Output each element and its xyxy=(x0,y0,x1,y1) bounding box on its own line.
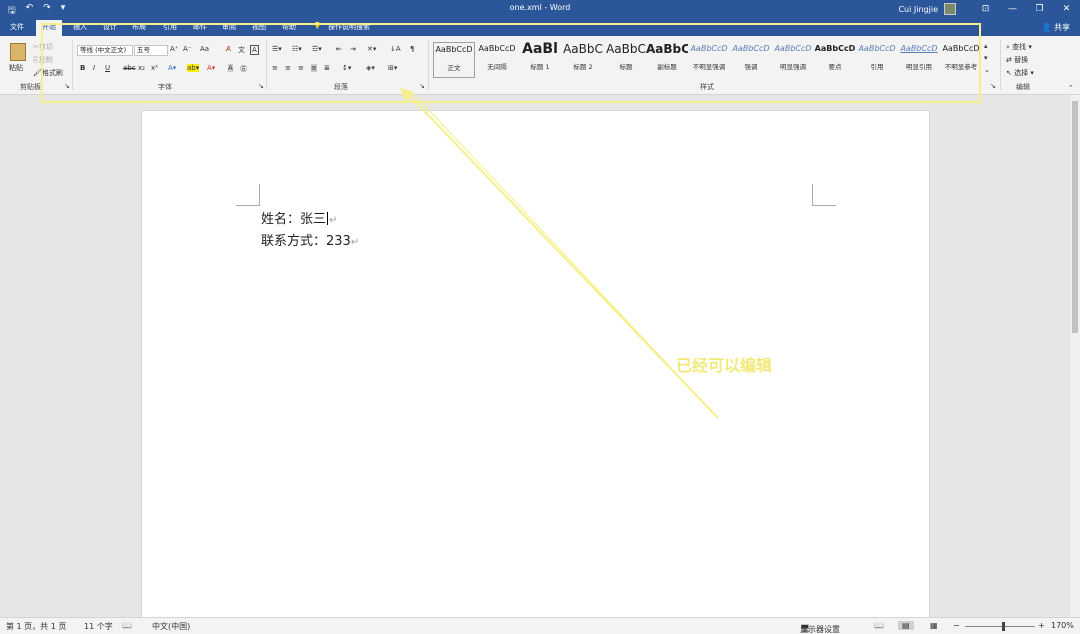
styles-more-icon[interactable]: ⌄ xyxy=(984,66,990,74)
share-button[interactable]: 👤 共享 xyxy=(1041,22,1070,33)
user-account[interactable]: Cui Jingjie xyxy=(898,3,956,15)
user-name: Cui Jingjie xyxy=(898,4,938,14)
document-line-contact[interactable]: 联系方式：233↵ xyxy=(261,230,359,249)
print-layout-icon[interactable]: ▤ xyxy=(898,621,914,630)
collapse-ribbon-icon[interactable]: ⌃ xyxy=(1068,84,1074,92)
page-count[interactable]: 第 1 页，共 1 页 xyxy=(6,621,66,632)
zoom-level[interactable]: 170% xyxy=(1051,621,1074,630)
language-indicator[interactable]: 中文(中国) xyxy=(152,621,190,632)
crop-mark-top-right xyxy=(812,184,836,206)
status-bar: 第 1 页，共 1 页 11 个字 📖 中文(中国) 🖥 显示器设置 📖 ▤ ▦… xyxy=(0,617,1080,634)
clipboard-group-label: 剪贴板 xyxy=(20,83,41,91)
close-button[interactable]: ✕ xyxy=(1053,0,1080,18)
paste-button[interactable]: 粘贴 xyxy=(9,63,23,73)
vertical-scrollbar[interactable] xyxy=(1070,95,1080,617)
restore-button[interactable]: ❐ xyxy=(1026,0,1053,18)
find-button[interactable]: ⌕ 查找 ▾ xyxy=(1006,42,1032,52)
document-canvas: 姓名：张三 ↵ 联系方式：233↵ xyxy=(0,95,1070,620)
window-controls: ⊡ — ❐ ✕ xyxy=(972,0,1080,18)
read-mode-icon[interactable]: 📖 xyxy=(874,621,884,630)
web-layout-icon[interactable]: ▦ xyxy=(930,621,938,630)
annotation-text: 已经可以编辑 xyxy=(676,356,773,375)
zoom-in-button[interactable]: + xyxy=(1038,621,1045,630)
document-page[interactable]: 姓名：张三 ↵ 联系方式：233↵ xyxy=(141,110,930,620)
replace-button[interactable]: ⇄ 替换 xyxy=(1006,55,1028,65)
proofing-icon[interactable]: 📖 xyxy=(122,621,132,630)
cursor-icon: ↖ xyxy=(1006,69,1012,77)
tab-file[interactable]: 文件 xyxy=(10,22,24,32)
zoom-slider-thumb[interactable] xyxy=(1002,622,1005,631)
text-cursor xyxy=(327,212,329,225)
zoom-slider[interactable] xyxy=(965,626,1035,627)
paragraph-mark: ↵ xyxy=(329,215,338,226)
zoom-out-button[interactable]: − xyxy=(953,621,960,630)
group-divider xyxy=(1000,40,1001,90)
styles-launcher-icon[interactable]: ↘ xyxy=(990,82,996,90)
replace-icon: ⇄ xyxy=(1006,56,1012,64)
word-count[interactable]: 11 个字 xyxy=(84,621,113,632)
scrollbar-thumb[interactable] xyxy=(1072,101,1078,333)
editing-group-label: 编辑 xyxy=(1016,83,1030,91)
styles-scroll-up-icon[interactable]: ▴ xyxy=(984,42,988,50)
minimize-button[interactable]: — xyxy=(999,0,1026,18)
title-bar: 🖫 ↶ ↷ ▾ one.xml - Word Cui Jingjie ⊡ — ❐… xyxy=(0,0,1080,18)
paste-icon[interactable] xyxy=(10,43,26,61)
select-button[interactable]: ↖ 选择 ▾ xyxy=(1006,68,1034,78)
ribbon-display-options-icon[interactable]: ⊡ xyxy=(972,0,999,18)
person-icon: 👤 xyxy=(1041,23,1052,32)
search-icon: ⌕ xyxy=(1006,43,1010,51)
avatar[interactable] xyxy=(944,3,956,15)
document-line-name[interactable]: 姓名：张三 ↵ xyxy=(261,208,337,227)
styles-scroll-down-icon[interactable]: ▾ xyxy=(984,54,988,62)
paragraph-mark: ↵ xyxy=(350,237,360,248)
crop-mark-top-left xyxy=(236,184,260,206)
ribbon-highlight-box xyxy=(41,23,981,103)
